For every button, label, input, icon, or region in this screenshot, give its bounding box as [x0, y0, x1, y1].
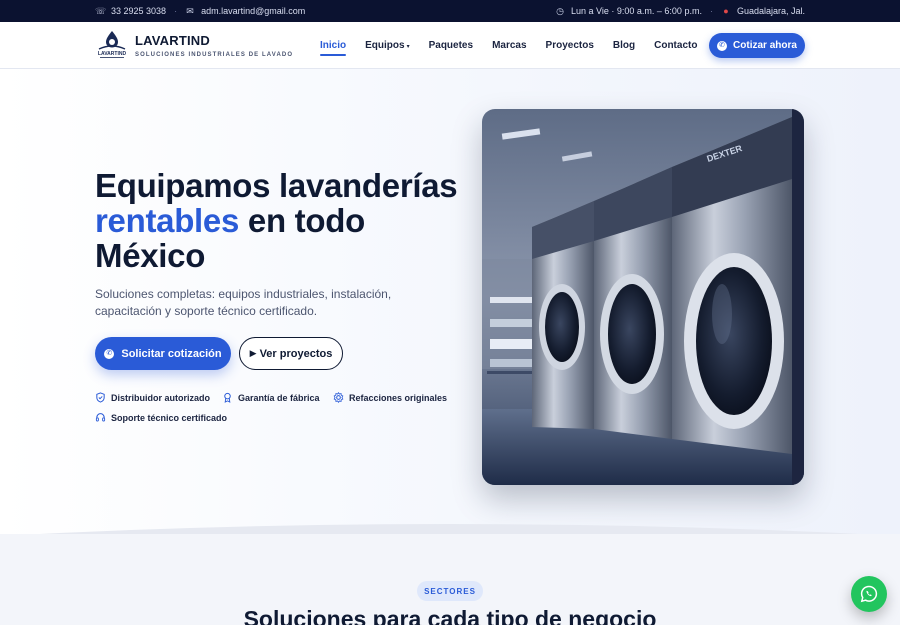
- badge-label: Soporte técnico certificado: [111, 412, 228, 423]
- location-pin-icon: ●: [723, 6, 729, 16]
- sectors-pill: SECTORES: [417, 581, 483, 601]
- shield-icon: [96, 392, 105, 403]
- award-icon: [224, 392, 231, 403]
- nav-item-contacto[interactable]: Contacto: [654, 40, 697, 51]
- top-bar: ☏ 33 2925 3038 · ✉ adm.lavartind@gmail.c…: [0, 0, 900, 22]
- floating-whatsapp-button[interactable]: [851, 576, 887, 612]
- badge-label: Garantía de fábrica: [238, 392, 320, 403]
- request-quote-label: Solicitar cotización: [121, 347, 222, 360]
- brand-logo-icon[interactable]: LAVARTIND: [95, 28, 129, 60]
- nav-item-paquetes[interactable]: Paquetes: [429, 40, 473, 51]
- nav-item-proyectos[interactable]: Proyectos: [546, 40, 594, 51]
- badge-parts: Refacciones originales: [333, 392, 447, 403]
- whatsapp-icon: ✆: [104, 348, 115, 359]
- phone-number[interactable]: 33 2925 3038: [111, 6, 166, 16]
- sectors-title: Soluciones para cada tipo de negocio: [243, 606, 657, 625]
- nav-item-inicio[interactable]: Inicio: [320, 40, 347, 56]
- request-quote-button[interactable]: ✆ Solicitar cotización: [95, 337, 231, 370]
- clock-icon: ◷: [556, 5, 564, 16]
- contact-info: ☏ 33 2925 3038 · ✉ adm.lavartind@gmail.c…: [95, 6, 305, 17]
- location-text: Guadalajara, Jal.: [736, 6, 805, 16]
- laundry-machines-illustration: DEXTER: [482, 109, 804, 485]
- headset-icon: [95, 413, 106, 422]
- separator: ·: [709, 6, 713, 16]
- email-address[interactable]: adm.lavartind@gmail.com: [201, 6, 305, 16]
- quote-now-label: Cotizar ahora: [733, 40, 797, 51]
- play-icon: ▶: [249, 348, 257, 358]
- gear-icon: [333, 392, 344, 403]
- hero-title: Equipamos lavanderías rentables en todo …: [95, 168, 475, 273]
- phone-icon: ☏: [95, 5, 107, 16]
- chevron-down-icon: ▾: [406, 43, 410, 50]
- whatsapp-icon: ✆: [717, 40, 728, 51]
- view-projects-button[interactable]: ▶ Ver proyectos: [239, 337, 343, 370]
- nav-item-marcas[interactable]: Marcas: [492, 40, 526, 51]
- badge-distributor: Distribuidor autorizado: [95, 392, 210, 403]
- main-nav: Inicio Equipos ▾ Paquetes Marcas Proyecto…: [320, 22, 716, 68]
- badge-warranty: Garantía de fábrica: [222, 392, 320, 403]
- hero-title-line2: en todo: [239, 202, 365, 239]
- mail-icon: ✉: [186, 5, 194, 16]
- business-info: ◷ Lun a Vie · 9:00 a.m. – 6:00 p.m. · ● …: [555, 6, 805, 17]
- brand-name[interactable]: LAVARTIND: [135, 33, 210, 48]
- badge-label: Refacciones originales: [349, 392, 448, 403]
- whatsapp-icon: [860, 585, 878, 603]
- nav-item-blog[interactable]: Blog: [613, 40, 635, 51]
- business-hours: Lun a Vie · 9:00 a.m. – 6:00 p.m.: [571, 6, 702, 16]
- site-header: LAVARTIND LAVARTIND SOLUCIONES INDUSTRIA…: [0, 22, 900, 69]
- view-projects-label: Ver proyectos: [259, 347, 333, 360]
- nav-item-equipos[interactable]: Equipos ▾: [365, 40, 409, 51]
- quote-now-button[interactable]: ✆ Cotizar ahora: [709, 33, 805, 58]
- hero-lead: Soluciones completas: equipos industrial…: [95, 287, 392, 318]
- nav-item-label: Equipos: [365, 39, 405, 51]
- svg-text:LAVARTIND: LAVARTIND: [98, 51, 127, 57]
- hero-image-laundry-machines: DEXTER: [482, 109, 804, 485]
- separator: ·: [174, 6, 178, 16]
- hero-title-line1: Equipamos lavanderías: [95, 167, 458, 204]
- badge-label: Distribuidor autorizado: [111, 392, 210, 403]
- badge-support: Soporte técnico certificado: [95, 412, 227, 423]
- hero-title-line3: México: [95, 237, 206, 274]
- hero-title-accent: rentables: [95, 202, 240, 239]
- brand-tagline: SOLUCIONES INDUSTRIALES DE LAVADO: [135, 52, 294, 58]
